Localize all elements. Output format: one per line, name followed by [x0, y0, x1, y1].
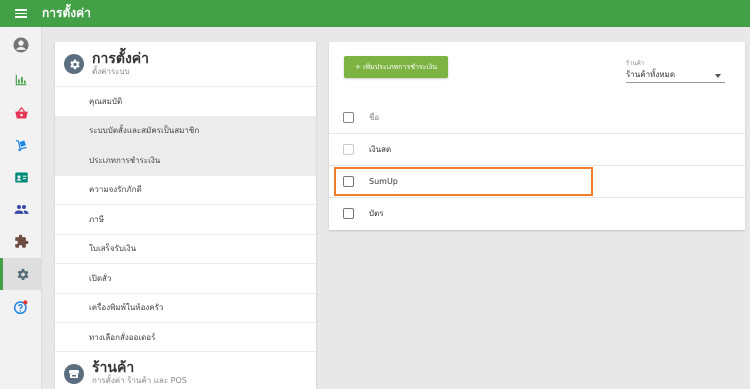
settings-section-title: การตั้งค่า	[92, 50, 150, 67]
menu-item-dining-options[interactable]: ทางเลือกสั่งออเดอร์	[55, 322, 316, 352]
store-section-subtitle: การตั้งค่า ร้านค้า และ POS	[92, 376, 187, 385]
nav-reports[interactable]	[0, 64, 42, 96]
dolly-icon	[15, 139, 27, 151]
menu-item-membership[interactable]: ระบบบัตสั้งและสมัครเป็นสมาชิก	[55, 115, 316, 145]
id-card-icon	[14, 172, 28, 182]
name-column-header: ชื่อ	[369, 112, 380, 122]
people-icon	[14, 204, 28, 214]
dropdown-caret-icon	[715, 74, 721, 78]
nav-settings[interactable]	[0, 258, 42, 290]
store-filter-select[interactable]: ร้านค้าทั้งหมด	[626, 67, 725, 83]
hamburger-menu-icon	[15, 9, 27, 18]
store-section-header[interactable]: ร้านค้า การตั้งค่า ร้านค้า และ POS	[55, 351, 316, 389]
menu-item-payment-types[interactable]: ประเภทการชำระเงิน	[55, 145, 316, 175]
store-filter-value: ร้านค้าทั้งหมด	[626, 70, 676, 79]
payment-type-name: เงินสด	[369, 145, 392, 154]
store-section-title: ร้านค้า	[92, 360, 135, 376]
menu-item-features[interactable]: คุณสมบัติ	[55, 86, 316, 116]
nav-employees[interactable]	[0, 161, 42, 193]
store-icon	[69, 369, 79, 378]
payment-type-name: บัตร	[369, 209, 384, 218]
table-row[interactable]: บัตร	[329, 197, 745, 229]
row-checkbox[interactable]	[343, 144, 354, 155]
store-section-icon	[64, 363, 84, 384]
nav-customers[interactable]	[0, 193, 42, 225]
menu-button[interactable]	[0, 0, 42, 27]
payment-type-name: SumUp	[369, 177, 398, 186]
row-checkbox[interactable]	[343, 176, 354, 187]
bar-chart-icon	[15, 74, 27, 86]
nav-help[interactable]	[0, 291, 42, 323]
page-title: การตั้งค่า	[42, 6, 91, 20]
gear-icon	[17, 268, 29, 280]
settings-menu-panel: การตั้งค่า ตั้งค่าระบบ คุณสมบัติ ระบบบัต…	[55, 42, 316, 389]
settings-section-header: การตั้งค่า ตั้งค่าระบบ	[55, 42, 316, 86]
settings-section-subtitle: ตั้งค่าระบบ	[92, 66, 130, 76]
table-header-row: ชื่อ	[329, 101, 745, 133]
account-button[interactable]	[0, 29, 42, 61]
nav-inventory[interactable]	[0, 129, 42, 161]
payment-types-card: + เพิ่มประเภทการชำระเงิน ร้านค้า ร้านค้า…	[329, 42, 745, 230]
nav-sales[interactable]	[0, 97, 42, 129]
basket-icon	[14, 106, 28, 118]
nav-integrations[interactable]	[0, 225, 42, 257]
table-row[interactable]: SumUp	[329, 165, 745, 197]
menu-item-kitchen-printers[interactable]: เครื่องพิมพ์ในห้องครัว	[55, 292, 316, 323]
help-icon	[13, 300, 28, 315]
gear-icon	[69, 59, 80, 69]
add-payment-type-button[interactable]: + เพิ่มประเภทการชำระเงิน	[344, 56, 448, 78]
settings-section-icon	[64, 54, 84, 74]
menu-item-taxes[interactable]: ภาษี	[55, 204, 316, 234]
menu-item-loyalty[interactable]: ความจงรักภักดี	[55, 174, 316, 205]
account-circle-icon	[13, 37, 29, 53]
puzzle-icon	[14, 234, 28, 248]
row-checkbox[interactable]	[343, 208, 354, 219]
select-all-checkbox[interactable]	[343, 111, 354, 123]
top-app-bar: การตั้งค่า	[0, 0, 750, 27]
table-row[interactable]: เงินสด	[329, 133, 745, 165]
nav-rail	[0, 27, 42, 389]
menu-item-open-tickets[interactable]: เปิดสั่ว	[55, 263, 316, 293]
menu-item-receipt[interactable]: ใบเสร็จรับเงิน	[55, 233, 316, 264]
